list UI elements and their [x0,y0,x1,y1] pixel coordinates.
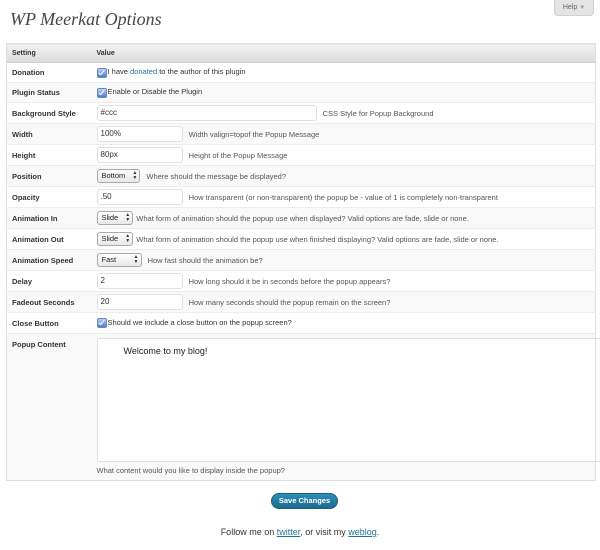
donation-checkbox[interactable] [96,67,107,78]
fadeout-seconds-hint: How many seconds should the popup remain… [188,297,391,307]
row-delay: Delay 2 How long should it be in seconds… [6,270,596,292]
plugin-status-label: Plugin Status [6,82,94,103]
header-value: Value [93,43,596,63]
width-label: Width [6,123,94,145]
height-label: Height [6,144,94,166]
select-arrows-icon: ▲ ▼ [125,212,131,223]
row-animation-out: Animation Out Slide ▲ ▼ What form of anima… [6,228,596,250]
background-style-hint: CSS Style for Popup Background [322,108,434,118]
settings-table: Setting Value Donation I have donated to… [6,43,600,481]
row-plugin-status: Plugin Status Enable or Disable the Plug… [6,82,596,103]
animation-speed-label: Animation Speed [6,249,94,271]
popup-content-textarea[interactable]: Welcome to my blog! [96,338,600,462]
animation-speed-select[interactable]: Fast ▲ ▼ [96,253,142,267]
animation-out-label: Animation Out [6,228,94,250]
delay-input[interactable]: 2 [96,273,183,289]
footer: Follow me on twitter, or visit my weblog… [220,527,380,537]
row-animation-speed: Animation Speed Fast ▲ ▼ How fast should t… [6,249,596,271]
help-label: Help [562,4,578,11]
animation-in-label: Animation In [6,207,94,229]
animation-out-hint: What form of animation should the popup … [136,234,499,244]
weblog-link[interactable]: weblog [348,527,377,537]
opacity-hint: How transparent (or non-transparent) the… [188,192,498,202]
height-input[interactable]: 80px [96,147,183,163]
row-popup-content: Popup Content Welcome to my blog! What c… [6,333,600,481]
opacity-input[interactable]: .50 [96,189,183,205]
height-hint: Height of the Popup Message [188,150,288,160]
select-arrows-icon: ▲ ▼ [132,170,138,181]
chevron-down-icon: ▼ [579,5,586,11]
popup-content-hint: What content would you like to display i… [96,466,285,475]
header-setting: Setting [6,43,94,63]
fadeout-seconds-label: Fadeout Seconds [6,291,94,313]
close-button-label: Close Button [6,312,94,334]
width-input[interactable]: 100% [96,126,183,142]
position-select[interactable]: Bottom ▲ ▼ [96,169,141,183]
row-width: Width 100% Width valign=topof the Popup … [6,123,596,145]
select-arrows-icon: ▲ ▼ [125,233,131,244]
width-hint: Width valign=topof the Popup Message [188,129,320,139]
animation-speed-hint: How fast should the animation be? [147,255,263,265]
animation-in-select[interactable]: Slide ▲ ▼ [96,211,134,225]
delay-label: Delay [6,270,94,292]
position-label: Position [6,165,94,187]
row-background-style: Background Style #ccc CSS Style for Popu… [6,102,596,124]
row-close-button: Close Button Should we include a close b… [6,312,596,334]
popup-content-label: Popup Content [6,333,94,481]
select-arrows-icon: ▲ ▼ [133,254,139,265]
opacity-label: Opacity [6,186,94,208]
background-style-label: Background Style [6,102,94,124]
row-animation-in: Animation In Slide ▲ ▼ What form of animat… [6,207,596,229]
row-position: Position Bottom ▲ ▼ Where should the messa… [6,165,596,187]
row-fadeout-seconds: Fadeout Seconds 20 How many seconds shou… [6,291,596,313]
donation-label: Donation [6,62,94,83]
delay-hint: How long should it be in seconds before … [188,276,391,286]
row-height: Height 80px Height of the Popup Message [6,144,596,166]
row-opacity: Opacity .50 How transparent (or non-tran… [6,186,596,208]
donated-link[interactable]: donated [130,67,157,76]
background-style-input[interactable]: #ccc [96,105,317,121]
table-header: Setting Value [6,43,596,63]
animation-out-select[interactable]: Slide ▲ ▼ [96,232,134,246]
help-button[interactable]: Help ▼ [554,0,594,16]
close-button-checkbox[interactable] [96,318,107,328]
twitter-link[interactable]: twitter [277,527,301,537]
page-title: WP Meerkat Options [10,9,162,29]
row-donation: Donation I have donated to the author of… [6,62,596,83]
position-hint: Where should the message be displayed? [146,171,287,181]
save-changes-button[interactable]: Save Changes [271,493,338,509]
animation-in-hint: What form of animation should the popup … [136,213,469,223]
fadeout-seconds-input[interactable]: 20 [96,294,183,310]
plugin-status-checkbox[interactable] [96,87,107,98]
